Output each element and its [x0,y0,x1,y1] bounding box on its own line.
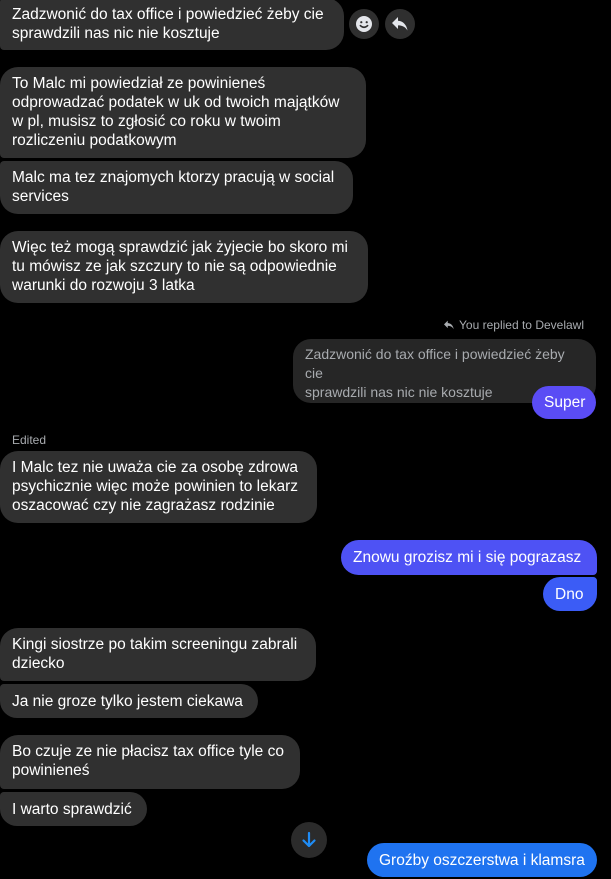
react-button[interactable] [349,9,379,39]
message-bubble-incoming[interactable]: To Malc mi powiedział ze powinieneś odpr… [0,67,366,158]
message-bubble-incoming[interactable]: Kingi siostrze po takim screeningu zabra… [0,628,316,681]
scroll-to-bottom-button[interactable] [291,822,327,858]
reply-icon [444,320,454,330]
arrow-down-icon [302,831,316,848]
reply-context-label: You replied to Develawl [443,318,584,332]
edited-label: Edited [12,433,47,447]
message-bubble-incoming[interactable]: I warto sprawdzić [0,792,147,826]
reply-icon [392,17,408,31]
message-bubble-incoming[interactable]: I Malc tez nie uważa cie za osobę zdrowa… [0,451,317,523]
reply-context-text: You replied to Develawl [459,318,584,332]
smiley-icon [356,16,372,32]
message-bubble-incoming[interactable]: Malc ma tez znajomych ktorzy pracują w s… [0,161,353,214]
message-bubble-outgoing[interactable]: Super [532,386,596,419]
message-bubble-outgoing[interactable]: Groźby oszczerstwa i klamsra [367,843,597,877]
message-bubble-incoming[interactable]: Więc też mogą sprawdzić jak żyjecie bo s… [0,231,368,303]
message-bubble-outgoing[interactable]: Znowu grozisz mi i się pograzasz [341,540,597,575]
message-bubble-incoming[interactable]: Zadzwonić do tax office i powiedzieć żeb… [0,0,344,50]
message-bubble-incoming[interactable]: Ja nie groze tylko jestem ciekawa [0,684,258,718]
message-bubble-incoming[interactable]: Bo czuje ze nie płacisz tax office tyle … [0,735,300,789]
reply-button[interactable] [385,9,415,39]
message-bubble-outgoing[interactable]: Dno [543,577,597,611]
